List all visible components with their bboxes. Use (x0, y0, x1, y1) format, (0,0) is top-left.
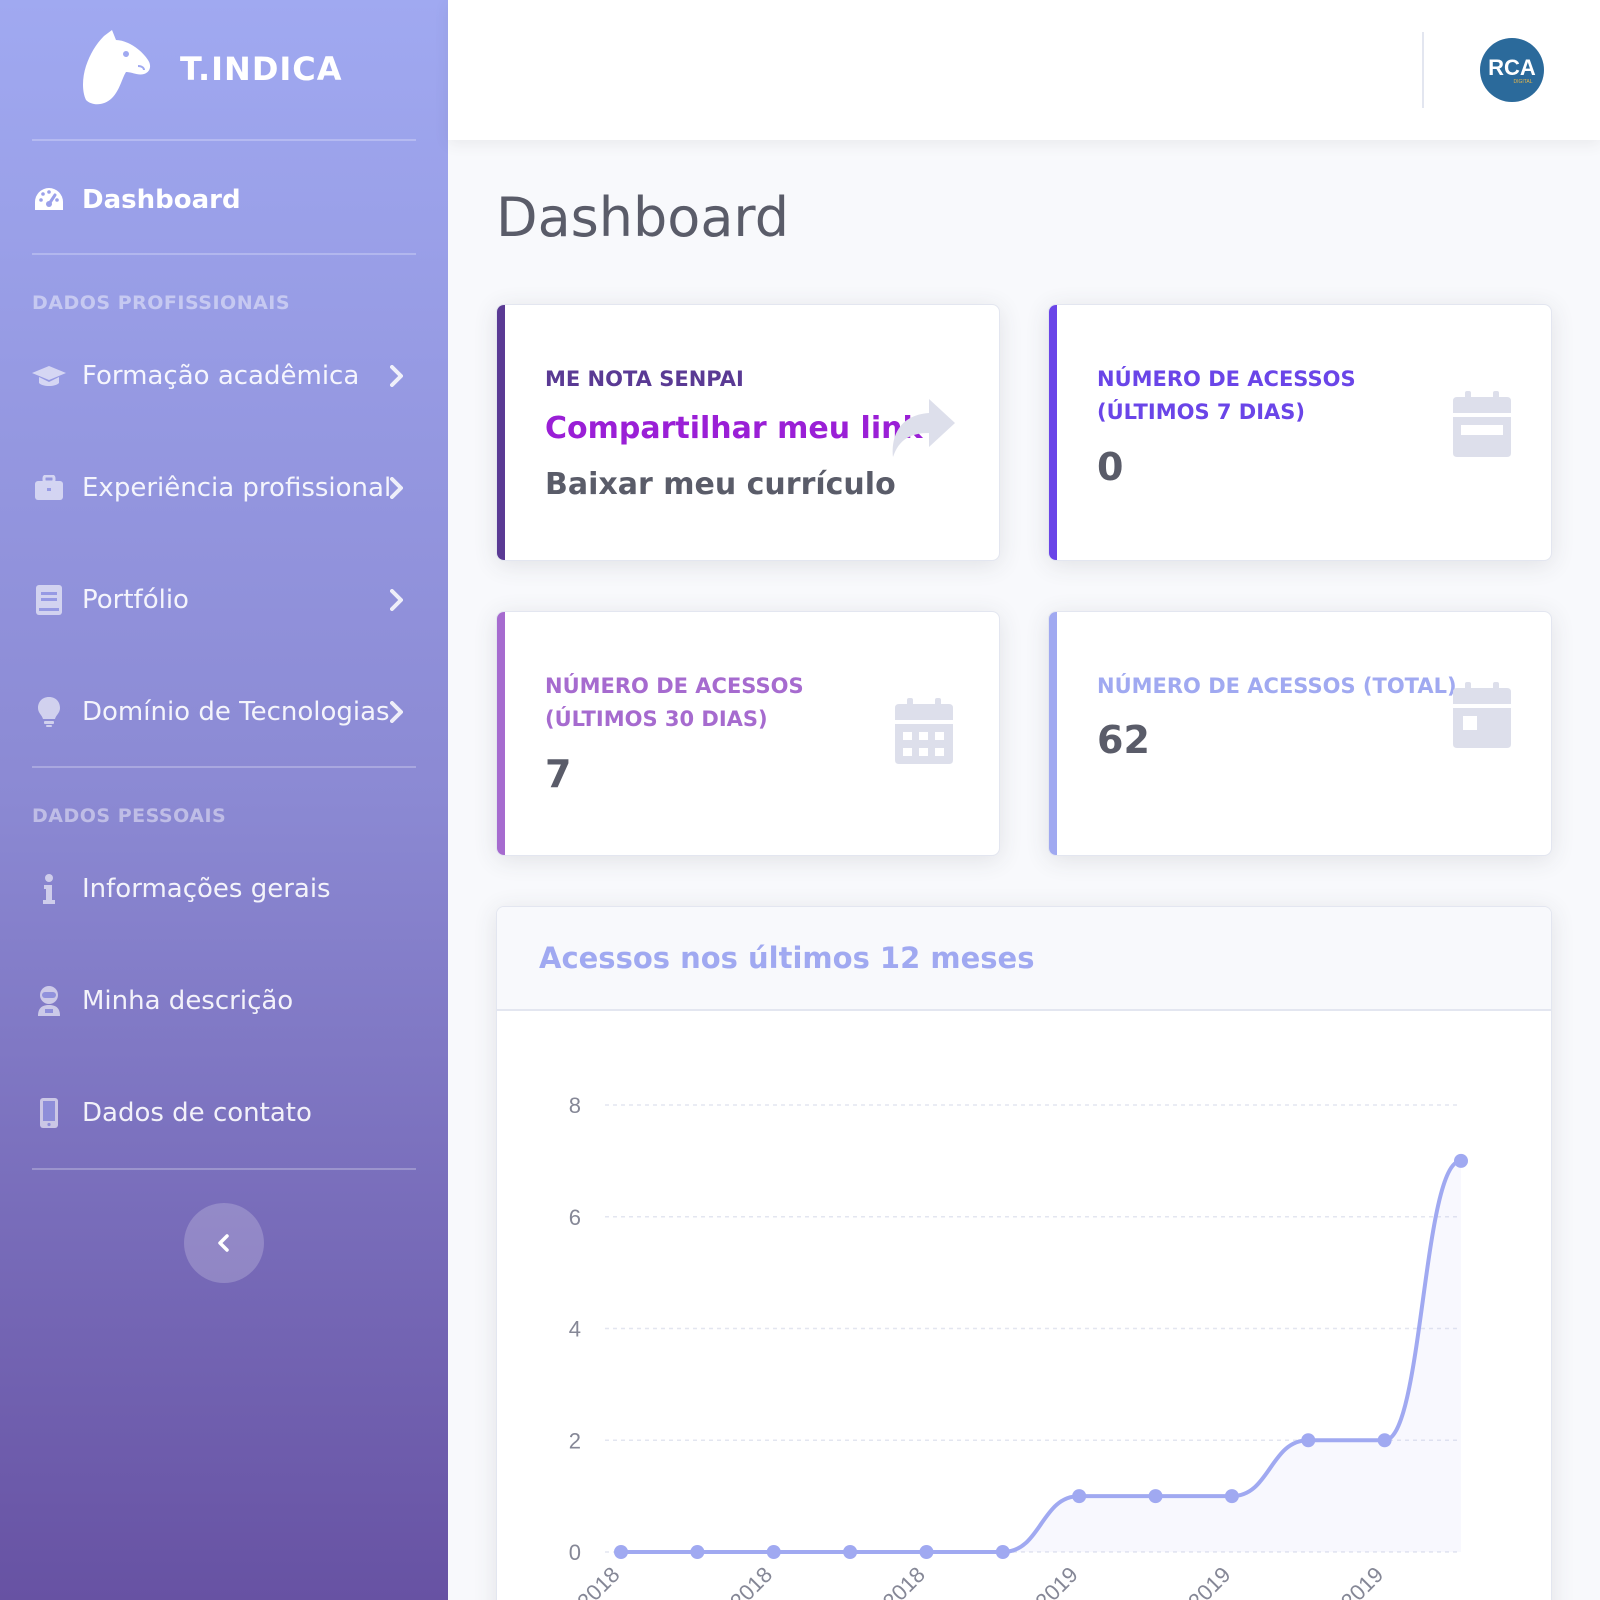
card-value: 7 (545, 752, 572, 796)
data-point (1454, 1153, 1468, 1168)
sidebar-item-tecnologias[interactable]: Domínio de Tecnologias (32, 682, 416, 742)
card-label: NÚMERO DE ACESSOS (TOTAL) (1097, 674, 1457, 698)
chart-card: Acessos nos últimos 12 meses 0 2 4 6 8 2018 20… (496, 906, 1552, 1600)
line-chart: 0 2 4 6 8 2018 2018 2018 2019 2019 2019 (569, 1093, 1468, 1600)
topbar-divider (1422, 32, 1424, 108)
series-area (621, 1160, 1461, 1552)
sidebar-item-descricao[interactable]: Minha descrição (32, 971, 416, 1031)
sidebar-item-label: Experiência profissional (82, 473, 392, 503)
senpai-card: ME NOTA SENPAI Compartilhar meu link Bai… (496, 304, 1000, 561)
data-point (1377, 1433, 1392, 1448)
chevron-right-icon (390, 589, 403, 611)
sidebar-divider (32, 253, 416, 255)
x-tick-label: 2018 (725, 1562, 777, 1600)
avatar-subtext: DIGITAL (1513, 79, 1532, 85)
mobile-icon (32, 1096, 66, 1130)
y-tick-label: 6 (569, 1205, 581, 1230)
y-tick-label: 0 (569, 1540, 581, 1565)
sidebar-item-label: Dados de contato (82, 1098, 312, 1128)
card-accent (1049, 305, 1057, 560)
sidebar-toggle-button[interactable] (184, 1203, 264, 1283)
x-tick-label: 2019 (1336, 1562, 1388, 1600)
chart-title: Acessos nos últimos 12 meses (539, 941, 1035, 975)
x-tick-label: 2019 (1183, 1562, 1235, 1600)
access-total-card: NÚMERO DE ACESSOS (TOTAL) 62 (1048, 611, 1552, 856)
sidebar-item-experiencia[interactable]: Experiência profissional (32, 458, 416, 518)
data-point (766, 1545, 781, 1559)
avatar-text: RCA (1488, 55, 1536, 80)
card-label-line: (ÚLTIMOS 7 DIAS) (1097, 400, 1306, 424)
data-point (690, 1545, 705, 1559)
calendar-alt-icon (895, 698, 953, 764)
data-point (843, 1545, 858, 1559)
brand[interactable]: T.INDICA (0, 0, 448, 140)
sidebar-item-formacao[interactable]: Formação acadêmica (32, 346, 416, 406)
access-30-days-card: NÚMERO DE ACESSOS (ÚLTIMOS 30 DIAS) 7 (496, 611, 1000, 856)
calendar-week-icon (1453, 391, 1511, 457)
section-heading-personal: DADOS PESSOAIS (32, 805, 227, 827)
card-accent (497, 612, 505, 855)
card-label-line: NÚMERO DE ACESSOS (545, 674, 804, 698)
x-tick-label: 2018 (878, 1562, 930, 1600)
sidebar-item-portfolio[interactable]: Portfólio (32, 570, 416, 630)
card-label-line: (ÚLTIMOS 30 DIAS) (545, 707, 768, 731)
sidebar-item-label: Informações gerais (82, 874, 331, 904)
section-heading-professional: DADOS PROFISSIONAIS (32, 292, 291, 314)
chevron-right-icon (390, 365, 403, 387)
card-label: NÚMERO DE ACESSOS (ÚLTIMOS 30 DIAS) (545, 670, 804, 736)
data-point (614, 1545, 628, 1559)
sidebar-divider (32, 1168, 416, 1170)
sidebar-item-contato[interactable]: Dados de contato (32, 1083, 416, 1143)
calendar-day-icon (1453, 682, 1511, 748)
card-accent (1049, 612, 1057, 855)
x-tick-label: 2019 (1030, 1562, 1082, 1600)
data-point (1148, 1489, 1163, 1504)
y-tick-label: 2 (569, 1428, 581, 1453)
avatar[interactable]: RCA DIGITAL (1480, 38, 1544, 102)
card-label: ME NOTA SENPAI (545, 367, 744, 391)
card-value: 62 (1097, 718, 1150, 762)
y-tick-label: 4 (569, 1317, 581, 1342)
sidebar-divider (32, 139, 416, 141)
sidebar-item-label: Formação acadêmica (82, 361, 360, 391)
sidebar-item-dashboard[interactable]: Dashboard (32, 170, 416, 230)
share-icon[interactable] (889, 399, 955, 459)
sidebar-divider (32, 766, 416, 768)
sidebar-item-label: Domínio de Tecnologias (82, 697, 390, 727)
x-tick-label: 2018 (572, 1562, 624, 1600)
chevron-right-icon (390, 477, 403, 499)
tachometer-icon (32, 183, 66, 217)
sidebar-item-label: Dashboard (82, 185, 241, 215)
graduation-cap-icon (32, 359, 66, 393)
book-icon (32, 583, 66, 617)
sidebar-item-label: Minha descrição (82, 986, 294, 1016)
data-point (1072, 1489, 1087, 1504)
chevron-left-icon (218, 1234, 229, 1252)
sidebar: T.INDICA Dashboard DADOS PROFISSIONAIS F… (0, 0, 448, 1600)
brand-name: T.INDICA (180, 50, 343, 88)
card-label: NÚMERO DE ACESSOS (ÚLTIMOS 7 DIAS) (1097, 363, 1356, 429)
data-point (1301, 1433, 1316, 1448)
briefcase-icon (32, 471, 66, 505)
info-icon (32, 872, 66, 906)
user-astronaut-icon (32, 984, 66, 1018)
topbar: RCA DIGITAL (448, 0, 1600, 140)
access-7-days-card: NÚMERO DE ACESSOS (ÚLTIMOS 7 DIAS) 0 (1048, 304, 1552, 561)
lightbulb-icon (32, 695, 66, 729)
card-accent (497, 305, 505, 560)
card-value: 0 (1097, 445, 1124, 489)
data-point (995, 1545, 1010, 1559)
page-title: Dashboard (496, 186, 789, 249)
card-label-line: NÚMERO DE ACESSOS (1097, 367, 1356, 391)
chevron-right-icon (390, 701, 403, 723)
sidebar-item-label: Portfólio (82, 585, 189, 615)
data-point (919, 1545, 934, 1559)
y-tick-label: 8 (569, 1093, 581, 1118)
data-point (1224, 1489, 1239, 1504)
horse-logo-icon (83, 30, 151, 105)
chart-header: Acessos nos últimos 12 meses (497, 907, 1551, 1011)
sidebar-item-informacoes[interactable]: Informações gerais (32, 859, 416, 919)
download-cv-link[interactable]: Baixar meu currículo (545, 467, 896, 502)
share-link[interactable]: Compartilhar meu link (545, 411, 922, 446)
